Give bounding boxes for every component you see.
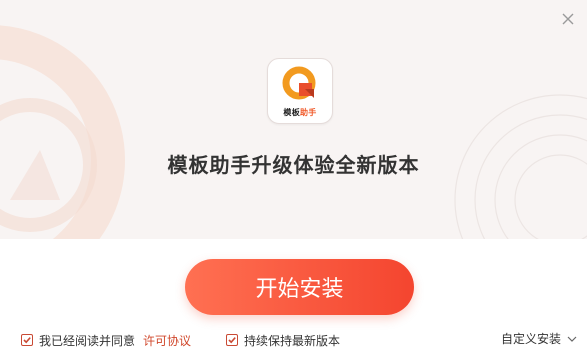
installer-window: 模板助手 模板助手升级体验全新版本 开始安装 我已经阅读并同意 许可协议 持续保…: [0, 0, 587, 355]
chevron-down-icon: [567, 336, 577, 342]
close-button[interactable]: [557, 8, 579, 30]
keep-latest-checkbox[interactable]: [226, 334, 238, 346]
close-icon: [562, 13, 574, 25]
logo-text: 模板助手: [268, 107, 332, 118]
keep-latest-option: 持续保持最新版本: [226, 332, 340, 348]
checkmark-icon: [23, 337, 31, 344]
checkmark-icon: [228, 337, 236, 344]
headline: 模板助手升级体验全新版本: [167, 153, 420, 177]
logo-text-part1: 模板: [283, 108, 300, 117]
logo-mark-icon: [282, 66, 316, 100]
agreement-label: 我已经阅读并同意: [39, 333, 136, 348]
keep-latest-label: 持续保持最新版本: [244, 333, 341, 348]
custom-install-label: 自定义安装: [500, 332, 561, 346]
hero-banner: 模板助手 模板助手升级体验全新版本: [0, 0, 587, 239]
custom-install-toggle[interactable]: 自定义安装: [501, 330, 577, 347]
license-link[interactable]: 许可协议: [143, 332, 191, 349]
app-logo: 模板助手: [267, 58, 333, 124]
logo-text-part2: 助手: [300, 108, 317, 117]
agreement-option: 我已经阅读并同意 许可协议: [21, 332, 191, 348]
agreement-checkbox[interactable]: [21, 334, 33, 346]
start-install-button[interactable]: 开始安装: [185, 259, 414, 315]
